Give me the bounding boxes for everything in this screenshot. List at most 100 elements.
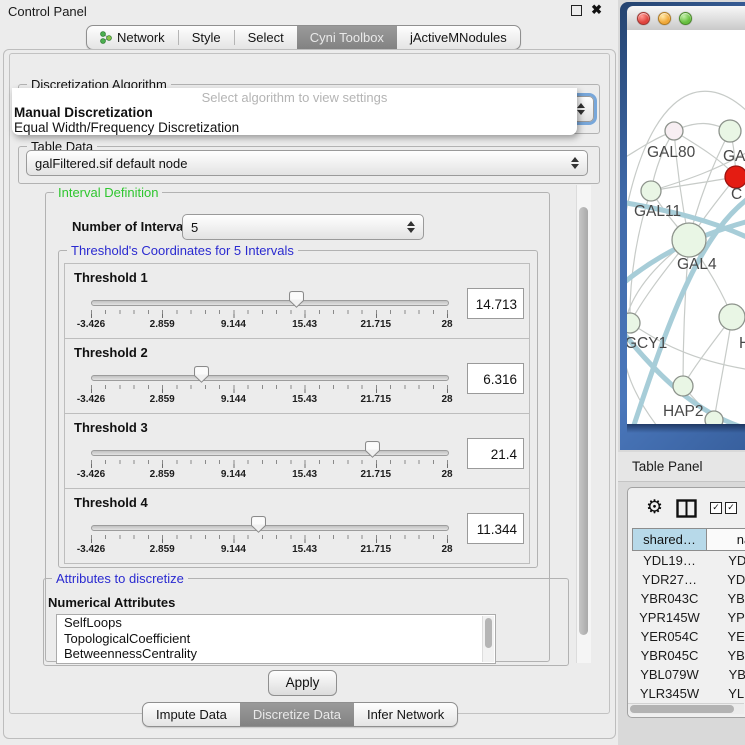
- column-header-name[interactable]: na: [707, 528, 745, 551]
- node[interactable]: [627, 313, 640, 333]
- slider-track[interactable]: [91, 375, 449, 381]
- table-cell: YDL19…: [632, 551, 707, 570]
- table-row[interactable]: YBL079W YBL0: [632, 665, 745, 684]
- column-checkboxes: ✓ ✓: [710, 502, 737, 514]
- slider-thumb[interactable]: [194, 366, 209, 383]
- edge[interactable]: [714, 317, 732, 420]
- number-of-intervals-value: 5: [191, 220, 198, 235]
- list-item[interactable]: SelfLoops: [57, 615, 495, 631]
- slider-track[interactable]: [91, 525, 449, 531]
- tab-label: Network: [117, 30, 165, 45]
- screen: Control Panel ✖ Network Style: [0, 0, 745, 745]
- tick-label: 2.859: [150, 544, 175, 555]
- tick-label: 21.715: [361, 394, 392, 405]
- network-window-titlebar[interactable]: [627, 6, 745, 30]
- node-table: shared… na YDL19… YDL1 YDR27… YDR2 YBR04…: [632, 528, 745, 717]
- edge[interactable]: [651, 177, 736, 191]
- tab-discretize-data[interactable]: Discretize Data: [240, 703, 354, 726]
- node-label: GAL80: [647, 144, 696, 161]
- node[interactable]: [672, 223, 706, 257]
- gear-icon[interactable]: ⚙: [646, 498, 663, 518]
- node[interactable]: [673, 376, 693, 396]
- node[interactable]: [705, 411, 723, 424]
- table-row[interactable]: YBR043C YBR0: [632, 589, 745, 608]
- list-item[interactable]: TopologicalCoefficient: [57, 631, 495, 647]
- table-cell: YDR2: [707, 570, 745, 589]
- combo-arrows-icon: [407, 221, 415, 233]
- table-row[interactable]: YLR345W YLR3: [632, 684, 745, 702]
- tab-impute-data[interactable]: Impute Data: [143, 703, 240, 726]
- node[interactable]: [641, 181, 661, 201]
- tab-network[interactable]: Network: [87, 26, 178, 49]
- column-header-shared[interactable]: shared…: [632, 528, 707, 551]
- algorithm-option[interactable]: Equal Width/Frequency Discretization: [14, 120, 239, 135]
- slider-minor-ticks: [91, 310, 449, 314]
- table-cell: YBL0: [707, 665, 745, 684]
- slider-thumb[interactable]: [289, 291, 304, 308]
- table-row[interactable]: YPR145W YPR1: [632, 608, 745, 627]
- tick-label: -3.426: [77, 394, 105, 405]
- node-label: GCY1: [627, 335, 667, 352]
- table-cell: YLR3: [707, 684, 745, 702]
- close-traffic-light-icon[interactable]: [637, 12, 650, 25]
- table-row[interactable]: YER054C YER0: [632, 627, 745, 646]
- threshold-value-box[interactable]: 11.344: [467, 513, 524, 544]
- table-data-combo-value: galFiltered.sif default node: [35, 156, 187, 171]
- list-scrollbar-thumb[interactable]: [485, 618, 492, 648]
- settings-scrollbar-thumb[interactable]: [579, 207, 588, 635]
- node[interactable]: [665, 122, 683, 140]
- network-canvas[interactable]: GAL80GACGAL11GAL4GCY1HHAP2: [627, 30, 745, 424]
- table-row[interactable]: YDL19… YDL1: [632, 551, 745, 570]
- node[interactable]: [719, 304, 745, 330]
- table-hscrollbar[interactable]: [628, 703, 744, 714]
- slider-thumb[interactable]: [251, 516, 266, 533]
- numerical-attributes-label: Numerical Attributes: [48, 595, 175, 610]
- split-view-icon[interactable]: [676, 499, 697, 518]
- table-hscrollbar-thumb[interactable]: [630, 705, 734, 713]
- tick-label: 2.859: [150, 469, 175, 480]
- list-item[interactable]: BetweennessCentrality: [57, 646, 495, 662]
- minimize-traffic-light-icon[interactable]: [658, 12, 671, 25]
- settings-scrollbar[interactable]: [576, 185, 591, 663]
- tick-label: 9.144: [221, 544, 246, 555]
- tick-label: 9.144: [221, 319, 246, 330]
- tab-style[interactable]: Style: [179, 26, 234, 49]
- tab-cyni-toolbox[interactable]: Cyni Toolbox: [297, 26, 397, 49]
- tick-label: 15.43: [292, 394, 317, 405]
- tab-jactivemnodules[interactable]: jActiveMNodules: [397, 26, 520, 49]
- node[interactable]: [725, 166, 745, 188]
- tick-label: 28: [441, 319, 452, 330]
- checkbox-checked-icon[interactable]: ✓: [710, 502, 722, 514]
- table-cell: YBR043C: [632, 589, 707, 608]
- slider-track[interactable]: [91, 300, 449, 306]
- table-row[interactable]: YBR045C YBR0: [632, 646, 745, 665]
- list-scrollbar[interactable]: [482, 616, 494, 662]
- zoom-traffic-light-icon[interactable]: [679, 12, 692, 25]
- node-label: H: [739, 335, 745, 352]
- float-window-icon[interactable]: [571, 5, 582, 16]
- threshold-value-box[interactable]: 6.316: [467, 363, 524, 394]
- threshold-value-box[interactable]: 14.713: [467, 288, 524, 319]
- number-of-intervals-combo[interactable]: 5: [182, 214, 424, 240]
- slider-thumb[interactable]: [365, 441, 380, 458]
- tick-label: 21.715: [361, 469, 392, 480]
- threshold-panel: Threshold 4 -3.4262.8599.14415.4321.7152…: [64, 488, 530, 564]
- close-icon[interactable]: ✖: [591, 4, 602, 16]
- tab-infer-network[interactable]: Infer Network: [354, 703, 457, 726]
- tab-select[interactable]: Select: [235, 26, 297, 49]
- table-data-combo[interactable]: galFiltered.sif default node: [26, 150, 588, 176]
- threshold-panel: Threshold 1 -3.4262.8599.14415.4321.7152…: [64, 263, 530, 339]
- numerical-attributes-list[interactable]: SelfLoops TopologicalCoefficient Between…: [56, 614, 496, 664]
- table-cell: YBL079W: [632, 665, 707, 684]
- threshold-value-box[interactable]: 21.4: [467, 438, 524, 469]
- table-row[interactable]: YDR27… YDR2: [632, 570, 745, 589]
- slider-track[interactable]: [91, 450, 449, 456]
- checkbox-checked-icon[interactable]: ✓: [725, 502, 737, 514]
- node[interactable]: [719, 120, 741, 142]
- apply-button[interactable]: Apply: [268, 670, 337, 696]
- tab-label: Infer Network: [367, 707, 444, 722]
- table-cell: YLR345W: [632, 684, 707, 702]
- algorithm-option[interactable]: Manual Discretization: [14, 105, 153, 120]
- network-view-window[interactable]: GAL80GACGAL11GAL4GCY1HHAP2: [620, 2, 745, 450]
- node-label: GAL11: [634, 203, 681, 220]
